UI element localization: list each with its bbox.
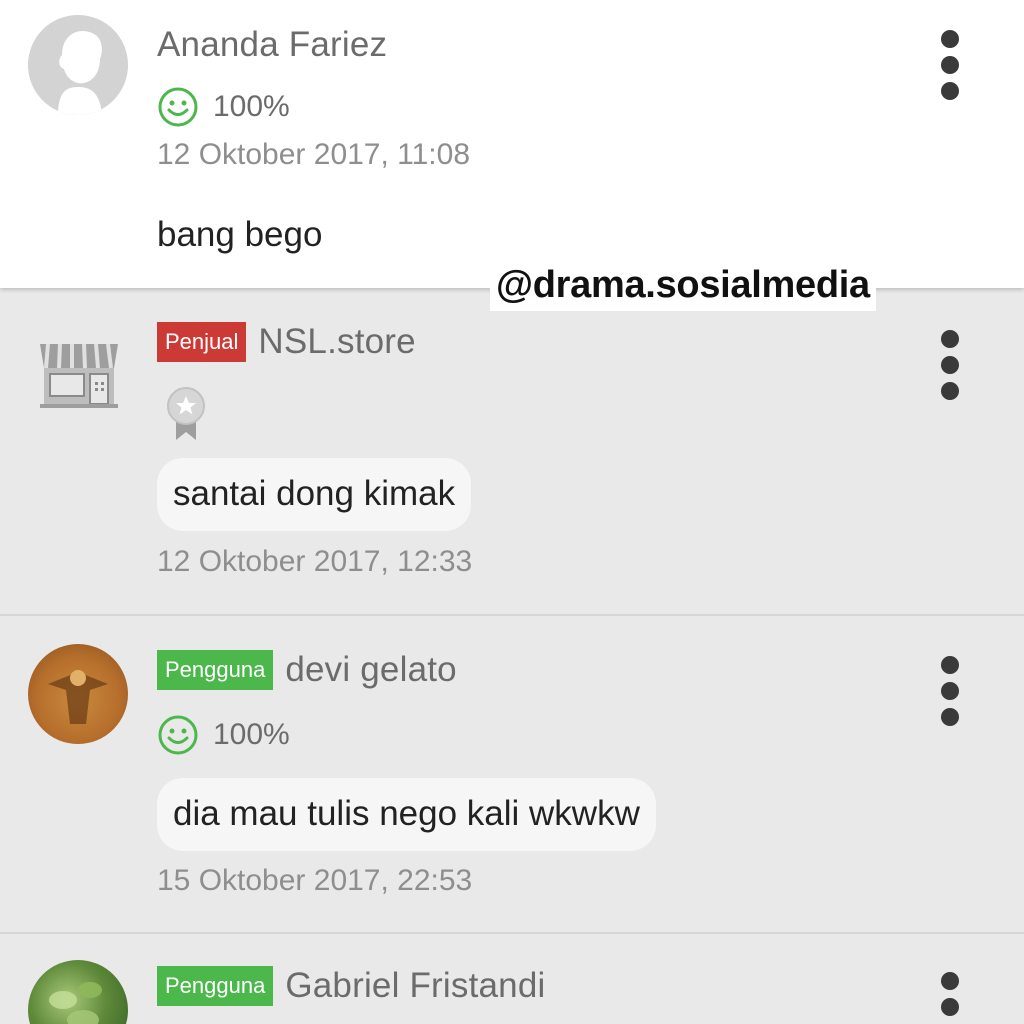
timestamp: 15 Oktober 2017, 22:53 <box>157 864 473 897</box>
comment-item: Penjual NSL.store santai dong kimak 12 O… <box>0 288 1024 616</box>
comment-thread: Ananda Fariez 100% 12 Oktober 2017, 11:0… <box>0 0 1024 1024</box>
more-vertical-icon[interactable] <box>940 30 960 100</box>
more-vertical-icon[interactable] <box>940 330 960 400</box>
comment-bubble: santai dong kimak <box>157 458 472 531</box>
timestamp: 12 Oktober 2017, 11:08 <box>157 138 471 171</box>
user-badge: Pengguna <box>157 650 274 690</box>
more-vertical-icon[interactable] <box>940 656 960 726</box>
more-vertical-icon[interactable] <box>940 972 960 1024</box>
name-row: Ananda Fariez <box>157 25 387 65</box>
user-name[interactable]: Gabriel Fristandi <box>285 966 545 1006</box>
rating-value: 100% <box>213 90 290 123</box>
name-row: Pengguna devi gelato <box>157 650 457 690</box>
rating-row: 100% <box>157 714 290 756</box>
smiley-icon <box>158 87 198 127</box>
avatar[interactable] <box>28 644 128 744</box>
store-name[interactable]: NSL.store <box>258 322 415 362</box>
rating-row: 100% <box>157 86 290 128</box>
comment-item: Pengguna devi gelato 100% dia mau tulis … <box>0 616 1024 934</box>
store-icon[interactable] <box>38 338 120 408</box>
smiley-icon <box>158 715 198 755</box>
avatar[interactable] <box>28 15 128 115</box>
comment-item: Pengguna Gabriel Fristandi <box>0 934 1024 1024</box>
rating-value: 100% <box>213 718 290 751</box>
user-badge: Pengguna <box>157 966 274 1006</box>
comment-text: bang bego <box>157 215 323 254</box>
name-row: Pengguna Gabriel Fristandi <box>157 966 546 1006</box>
user-name[interactable]: Ananda Fariez <box>157 25 387 65</box>
comment-bubble: dia mau tulis nego kali wkwkw <box>157 778 656 851</box>
medal-icon <box>167 387 205 440</box>
timestamp: 12 Oktober 2017, 12:33 <box>157 545 473 578</box>
seller-badge: Penjual <box>157 322 247 362</box>
avatar[interactable] <box>28 960 128 1024</box>
watermark: @drama.sosialmedia <box>490 262 876 311</box>
comment-item: Ananda Fariez 100% 12 Oktober 2017, 11:0… <box>0 0 1024 288</box>
name-row: Penjual NSL.store <box>157 322 416 362</box>
user-name[interactable]: devi gelato <box>285 650 457 690</box>
